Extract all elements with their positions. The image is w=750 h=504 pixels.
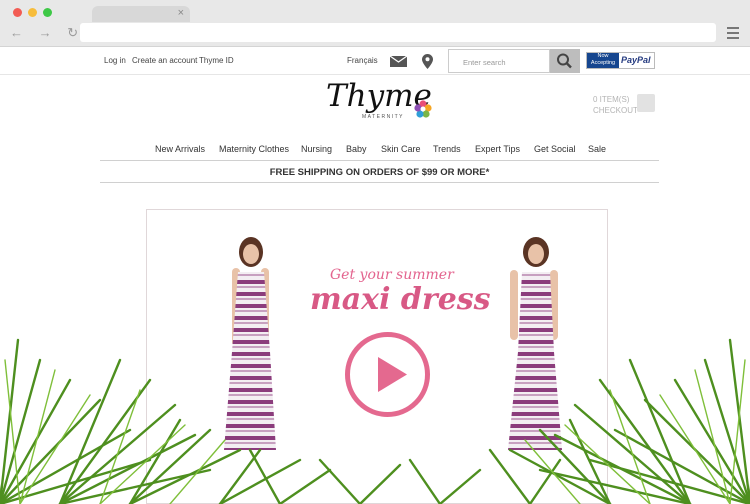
map-pin-icon[interactable]: [422, 54, 433, 69]
nav-expert-tips[interactable]: Expert Tips: [475, 144, 520, 154]
create-account-link[interactable]: Create an account: [132, 56, 197, 65]
search-button[interactable]: [550, 49, 580, 73]
nav-maternity-clothes[interactable]: Maternity Clothes: [219, 144, 289, 154]
nav-get-social[interactable]: Get Social: [534, 144, 576, 154]
nav-new-arrivals[interactable]: New Arrivals: [155, 144, 205, 154]
nav-sale[interactable]: Sale: [588, 144, 606, 154]
nav-trends[interactable]: Trends: [433, 144, 461, 154]
tab-close-icon[interactable]: ×: [178, 7, 184, 19]
login-link[interactable]: Log in: [104, 56, 126, 65]
envelope-icon[interactable]: [390, 56, 407, 67]
language-link[interactable]: Français: [347, 56, 378, 65]
nav-baby[interactable]: Baby: [346, 144, 367, 154]
paypal-logo: PayPal: [621, 55, 651, 65]
checkout-link[interactable]: CHECKOUT: [593, 105, 638, 116]
maximize-window-dot[interactable]: [43, 8, 52, 17]
browser-nav-controls[interactable]: ← → ↻: [10, 25, 84, 41]
hero-subheading: Get your summer: [330, 267, 454, 283]
flower-logo-icon: [414, 100, 432, 118]
logo-subtitle: MATERNITY: [362, 114, 405, 120]
close-window-dot[interactable]: [13, 8, 22, 17]
nav-divider-top: [100, 160, 659, 161]
minimize-window-dot[interactable]: [28, 8, 37, 17]
nav-nursing[interactable]: Nursing: [301, 144, 332, 154]
paypal-now-accepting: Now Accepting: [587, 53, 619, 68]
shopping-bag-icon[interactable]: [637, 94, 655, 112]
nav-skin-care[interactable]: Skin Care: [381, 144, 421, 154]
paypal-badge: Now Accepting PayPal: [586, 52, 655, 69]
nav-divider-bottom: [100, 182, 659, 183]
search-input[interactable]: Enter search: [448, 49, 550, 73]
palm-leaves-decoration: [0, 338, 750, 504]
cart-summary[interactable]: 0 ITEM(S) CHECKOUT: [593, 94, 638, 116]
browser-menu-icon[interactable]: [727, 27, 739, 42]
header-divider: [0, 74, 750, 75]
free-shipping-banner[interactable]: FREE SHIPPING ON ORDERS OF $99 OR MORE*: [100, 167, 659, 178]
thyme-id-link[interactable]: Thyme ID: [199, 56, 234, 65]
browser-chrome: × ← → ↻: [0, 0, 750, 47]
browser-tab[interactable]: ×: [92, 6, 190, 22]
cart-items-count: 0 ITEM(S): [593, 95, 630, 104]
magnifier-icon: [557, 53, 572, 69]
address-bar[interactable]: [80, 23, 716, 42]
